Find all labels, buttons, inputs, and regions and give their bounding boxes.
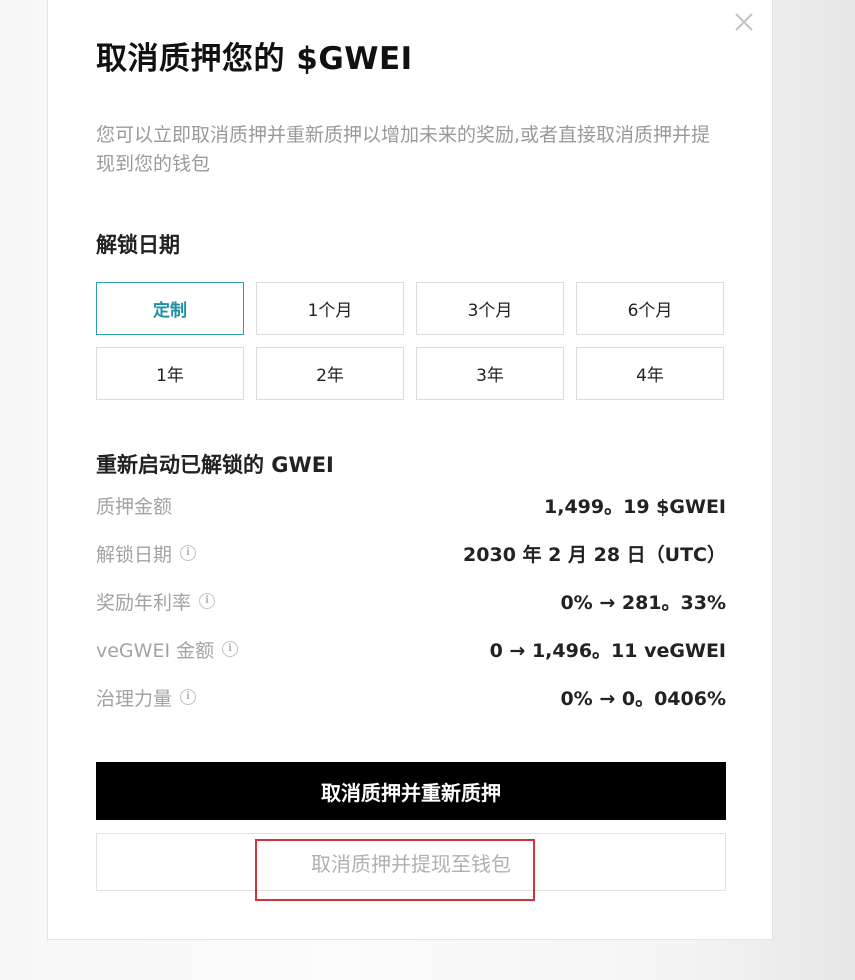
restake-heading: 重新启动已解锁的 GWEI	[96, 453, 334, 477]
period-option-3-years[interactable]: 3年	[416, 347, 564, 400]
unlock-period-heading: 解锁日期	[96, 233, 180, 257]
close-icon	[735, 13, 753, 31]
period-option-custom[interactable]: 定制	[96, 282, 244, 335]
detail-label-text: 治理力量	[96, 687, 173, 710]
period-option-1-month[interactable]: 1个月	[256, 282, 404, 335]
detail-label-text: 解锁日期	[96, 543, 173, 566]
modal-description: 您可以立即取消质押并重新质押以增加未来的奖励,或者直接取消质押并提现到您的钱包	[96, 124, 711, 175]
period-option-3-months[interactable]: 3个月	[416, 282, 564, 335]
detail-label: 奖励年利率 i	[96, 588, 216, 615]
info-icon[interactable]: i	[222, 641, 239, 657]
unlock-period-options: 定制 1个月 3个月 6个月 1年 2年 3年 4年	[96, 282, 726, 400]
detail-label-text: veGWEI 金额	[96, 639, 215, 662]
detail-label: 治理力量 i	[96, 684, 197, 711]
unstake-modal: 取消质押您的 $GWEI 您可以立即取消质押并重新质押以增加未来的奖励,或者直接…	[47, 0, 773, 940]
detail-label: 质押金额	[96, 492, 172, 519]
modal-title: 取消质押您的 $GWEI	[96, 41, 413, 77]
info-icon[interactable]: i	[199, 593, 216, 609]
period-option-1-year[interactable]: 1年	[96, 347, 244, 400]
period-option-2-years[interactable]: 2年	[256, 347, 404, 400]
info-icon[interactable]: i	[180, 689, 197, 705]
info-icon[interactable]: i	[180, 545, 197, 561]
detail-value: 1,499。19 $GWEI	[544, 495, 726, 518]
detail-value: 2030 年 2 月 28 日（UTC）	[463, 543, 726, 566]
detail-row-stake-amount: 质押金额 1,499。19 $GWEI	[96, 481, 726, 529]
unstake-and-restake-button[interactable]: 取消质押并重新质押	[96, 762, 726, 820]
close-button[interactable]	[731, 9, 757, 35]
period-option-6-months[interactable]: 6个月	[576, 282, 724, 335]
detail-value: 0% → 281。33%	[560, 591, 726, 614]
detail-row-governance-power: 治理力量 i 0% → 0。0406%	[96, 673, 726, 721]
detail-value: 0 → 1,496。11 veGWEI	[489, 639, 726, 662]
detail-value: 0% → 0。0406%	[560, 687, 726, 710]
detail-row-reward-apr: 奖励年利率 i 0% → 281。33%	[96, 577, 726, 625]
restake-details: 质押金额 1,499。19 $GWEI 解锁日期 i 2030 年 2 月 28…	[96, 481, 726, 721]
unstake-and-withdraw-button[interactable]: 取消质押并提现至钱包	[96, 833, 726, 891]
detail-label-text: 质押金额	[96, 495, 173, 518]
detail-label: 解锁日期 i	[96, 540, 197, 567]
detail-label-text: 奖励年利率	[96, 591, 192, 614]
detail-row-unlock-date: 解锁日期 i 2030 年 2 月 28 日（UTC）	[96, 529, 726, 577]
detail-row-vegwei-amount: veGWEI 金额 i 0 → 1,496。11 veGWEI	[96, 625, 726, 673]
detail-label: veGWEI 金额 i	[96, 636, 239, 663]
period-option-4-years[interactable]: 4年	[576, 347, 724, 400]
